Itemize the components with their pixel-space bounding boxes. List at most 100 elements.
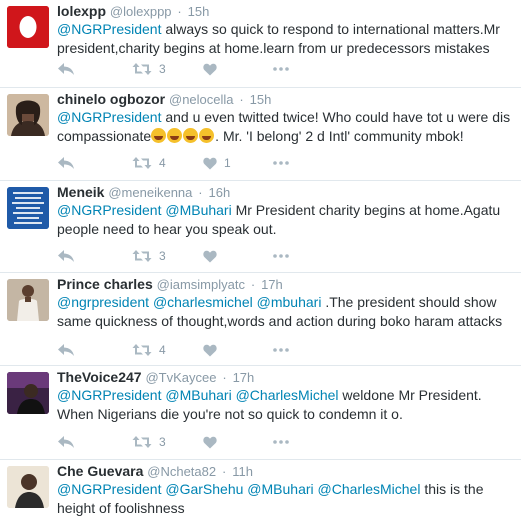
user-handle[interactable]: @meneikenna <box>108 185 192 200</box>
tweet: lolexpp @lolexppp · 15h @NGRPresident al… <box>0 0 521 88</box>
more-icon <box>273 161 289 165</box>
like-button[interactable]: 1 <box>203 154 231 172</box>
user-handle[interactable]: @nelocella <box>169 92 234 107</box>
reply-button[interactable] <box>57 433 75 451</box>
timestamp[interactable]: 17h <box>261 277 283 292</box>
retweet-button[interactable]: 3 <box>132 60 166 78</box>
avatar[interactable] <box>7 279 49 321</box>
like-button[interactable] <box>203 433 224 451</box>
mention-link[interactable]: @NGRPresident <box>57 481 161 497</box>
timestamp[interactable]: 11h <box>232 464 253 479</box>
retweet-button[interactable]: 3 <box>132 433 166 451</box>
tweet-actions: 3 <box>57 247 357 265</box>
tweet-text: @NGRPresident always so quick to respond… <box>57 20 512 58</box>
reply-icon <box>58 250 74 262</box>
mention-link[interactable]: @charlesmichel <box>153 294 253 310</box>
retweet-icon <box>132 436 152 448</box>
more-icon <box>273 440 289 444</box>
more-options-button[interactable] <box>273 433 289 451</box>
mention-link[interactable]: @MBuhari <box>165 387 231 403</box>
display-name[interactable]: TheVoice247 <box>57 369 142 385</box>
mention-link[interactable]: @mbuhari <box>257 294 322 310</box>
retweet-count: 4 <box>159 343 166 357</box>
mention-link[interactable]: @ngrpresident <box>57 294 149 310</box>
user-handle[interactable]: @iamsimplyatc <box>157 277 245 292</box>
like-button[interactable] <box>203 60 224 78</box>
timestamp[interactable]: 16h <box>209 185 231 200</box>
separator-dot: · <box>177 4 182 19</box>
tweet-actions: 3 <box>57 433 357 451</box>
more-options-button[interactable] <box>273 247 289 265</box>
retweet-count: 3 <box>159 62 166 76</box>
avatar[interactable] <box>7 6 49 48</box>
reply-icon <box>58 344 74 356</box>
user-handle[interactable]: @TvKaycee <box>145 370 216 385</box>
separator-dot: · <box>222 464 227 479</box>
mention-link[interactable]: @CharlesMichel <box>236 387 339 403</box>
like-button[interactable] <box>203 247 224 265</box>
avatar[interactable] <box>7 94 49 136</box>
reply-button[interactable] <box>57 60 75 78</box>
reply-button[interactable] <box>57 154 75 172</box>
reply-button[interactable] <box>57 341 75 359</box>
tweet-header: Meneik @meneikenna · 16h <box>57 183 230 202</box>
like-icon <box>203 157 217 169</box>
mention-link[interactable]: @NGRPresident <box>57 387 161 403</box>
more-options-button[interactable] <box>273 60 289 78</box>
more-options-button[interactable] <box>273 154 289 172</box>
tweet-actions: 3 <box>57 60 357 78</box>
tweet: Che Guevara @Ncheta82 · 11h @NGRPresiden… <box>0 460 521 520</box>
display-name[interactable]: Che Guevara <box>57 463 143 479</box>
mention-link[interactable]: @NGRPresident <box>57 202 161 218</box>
avatar-photo-icon <box>7 466 49 508</box>
avatar[interactable] <box>7 466 49 508</box>
reply-icon <box>58 63 74 75</box>
separator-dot: · <box>222 370 227 385</box>
like-icon <box>203 436 217 448</box>
like-icon <box>203 344 217 356</box>
avatar[interactable] <box>7 372 49 414</box>
user-handle[interactable]: @Ncheta82 <box>147 464 216 479</box>
retweet-button[interactable]: 4 <box>132 154 166 172</box>
avatar-photo-icon <box>7 279 49 321</box>
display-name[interactable]: Meneik <box>57 184 104 200</box>
mention-link[interactable]: @MBuhari <box>247 481 313 497</box>
reply-icon <box>58 157 74 169</box>
mention-link[interactable]: @CharlesMichel <box>318 481 421 497</box>
tweet: chinelo ogbozor @nelocella · 15h @NGRPre… <box>0 88 521 181</box>
avatar-logo-icon <box>7 6 49 48</box>
tweet-header: lolexpp @lolexppp · 15h <box>57 2 209 21</box>
avatar[interactable] <box>7 187 49 229</box>
more-options-button[interactable] <box>273 341 289 359</box>
mention-link[interactable]: @MBuhari <box>165 202 231 218</box>
like-count: 1 <box>224 156 231 170</box>
display-name[interactable]: Prince charles <box>57 276 153 292</box>
retweet-button[interactable]: 4 <box>132 341 166 359</box>
like-icon <box>203 63 217 75</box>
avatar-poster-icon <box>7 187 49 229</box>
like-icon <box>203 250 217 262</box>
tweet: Meneik @meneikenna · 16h @NGRPresident @… <box>0 181 521 273</box>
tweet-text: @NGRPresident and u even twitted twice! … <box>57 108 512 146</box>
retweet-icon <box>132 250 152 262</box>
tweet: Prince charles @iamsimplyatc · 17h @ngrp… <box>0 273 521 366</box>
timestamp[interactable]: 17h <box>233 370 255 385</box>
user-handle[interactable]: @lolexppp <box>110 4 172 19</box>
face-with-tears-of-joy-emoji <box>199 128 215 143</box>
display-name[interactable]: chinelo ogbozor <box>57 91 165 107</box>
display-name[interactable]: lolexpp <box>57 3 106 19</box>
like-button[interactable] <box>203 341 224 359</box>
tweet-header: chinelo ogbozor @nelocella · 15h <box>57 90 271 109</box>
tweet-text: @NGRPresident @GarShehu @MBuhari @Charle… <box>57 480 512 518</box>
reply-button[interactable] <box>57 247 75 265</box>
face-with-tears-of-joy-emoji <box>167 128 183 143</box>
timestamp[interactable]: 15h <box>188 4 210 19</box>
more-icon <box>273 254 289 258</box>
timestamp[interactable]: 15h <box>250 92 272 107</box>
tweet-actions: 4 1 <box>57 154 357 172</box>
separator-dot: · <box>239 92 244 107</box>
mention-link[interactable]: @NGRPresident <box>57 21 161 37</box>
mention-link[interactable]: @NGRPresident <box>57 109 161 125</box>
mention-link[interactable]: @GarShehu <box>165 481 243 497</box>
retweet-button[interactable]: 3 <box>132 247 166 265</box>
